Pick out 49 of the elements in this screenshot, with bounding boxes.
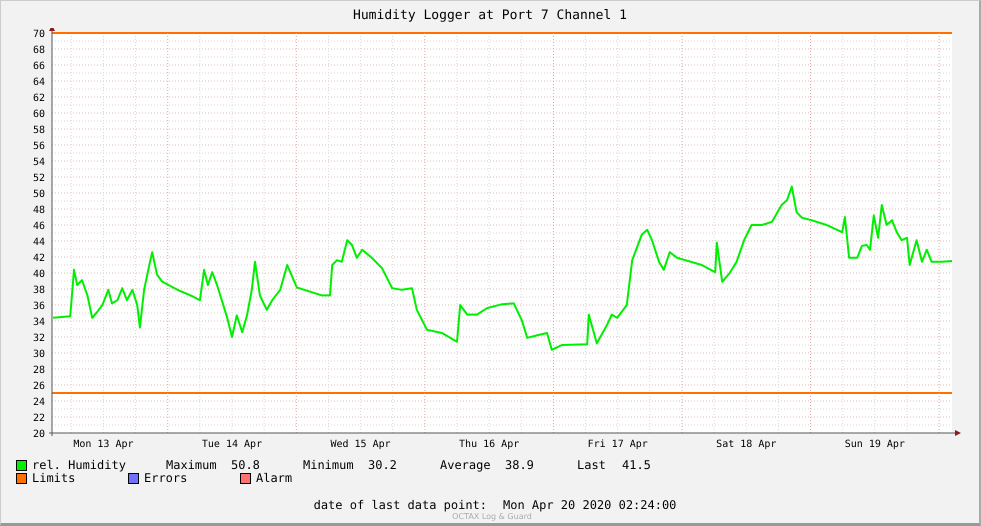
axis-label: 20	[32, 429, 45, 440]
axis-label: 64	[32, 77, 45, 88]
stat-value: 50.8	[231, 459, 260, 472]
axis-label: 62	[32, 93, 45, 104]
axis-label: 48	[32, 205, 45, 216]
axis-label: 32	[32, 333, 45, 344]
axis-label: 56	[32, 141, 45, 152]
stat-label: Maximum	[166, 459, 218, 472]
axis-label: 44	[32, 237, 45, 248]
axis-label: 38	[32, 285, 45, 296]
last-data-date: Mon Apr 20 2020 02:24:00	[503, 498, 676, 512]
legend-label: Limits	[32, 472, 76, 485]
axis-label: 52	[32, 173, 45, 184]
axis-label: 68	[32, 45, 45, 56]
last-data-label: date of last data point:	[314, 498, 487, 512]
chart-title: Humidity Logger at Port 7 Channel 1	[352, 7, 628, 25]
stat-label: Minimum	[303, 459, 355, 472]
axis-label: 58	[32, 125, 45, 136]
axis-label: 70	[32, 29, 45, 40]
stat-label: Last	[577, 459, 607, 472]
axis-label: 36	[32, 301, 45, 312]
axis-label: 42	[32, 253, 45, 264]
axis-label: Sun 19 Apr	[844, 439, 905, 450]
axis-label: 54	[32, 157, 45, 168]
axis-label: 28	[32, 365, 45, 376]
axis-label: Tue 14 Apr	[202, 439, 262, 450]
axis-label: 60	[32, 109, 45, 120]
axis-label: 22	[32, 413, 45, 424]
axis-label: 30	[32, 349, 45, 360]
footer-credit: OCTAX Log & Guard	[451, 512, 533, 521]
axis-label: 34	[32, 317, 45, 328]
legend-label: rel. Humidity	[32, 459, 126, 472]
axis-label: 50	[32, 189, 45, 200]
axis-label: Fri 17 Apr	[588, 439, 648, 450]
axis-label: 66	[32, 61, 45, 72]
axis-label: 24	[32, 397, 45, 408]
axis-label: Mon 13 Apr	[73, 439, 134, 450]
axis-label: Thu 16 Apr	[459, 439, 520, 450]
stat-label: Average	[440, 459, 492, 472]
legend-label: Errors	[144, 472, 188, 485]
axis-label: 40	[32, 269, 45, 280]
axis-label: 26	[32, 381, 45, 392]
axis-label: Wed 15 Apr	[330, 439, 391, 450]
stat-value: 41.5	[622, 459, 651, 472]
stat-value: 30.2	[368, 459, 397, 472]
axis-label: 46	[32, 221, 45, 232]
legend-label: Alarm	[256, 472, 292, 485]
stat-value: 38.9	[505, 459, 534, 472]
axis-label: Sat 18 Apr	[716, 439, 776, 450]
